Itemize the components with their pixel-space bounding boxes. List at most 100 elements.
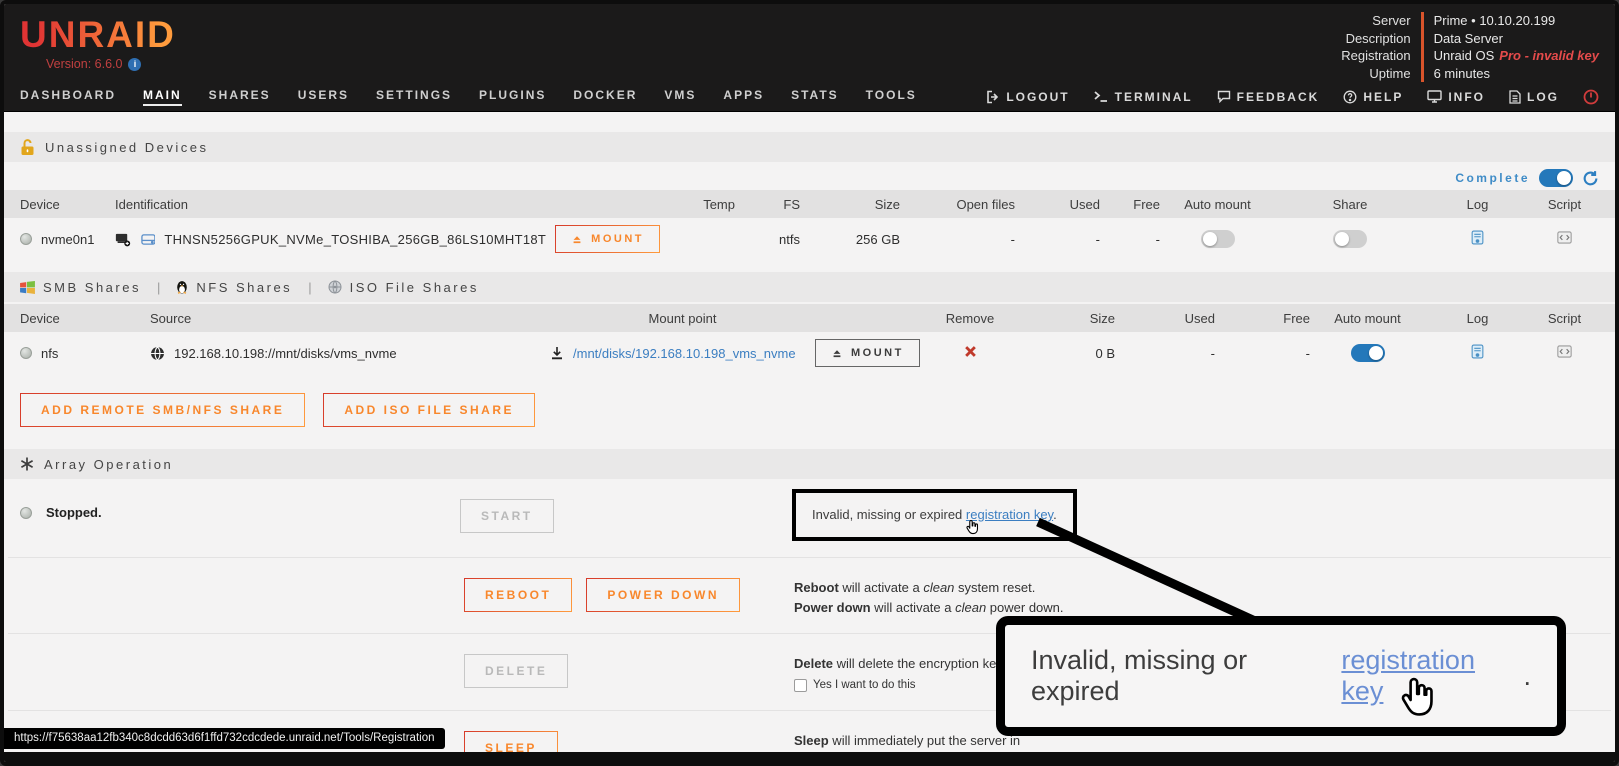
version-label: Version: 6.6.0 [46,57,122,71]
server-info-label: Registration [1341,47,1420,65]
array-status-row: Stopped. START Invalid, missing or expir… [4,479,1615,557]
device-size: 256 GB [800,232,900,247]
tab-vms[interactable]: VMS [664,88,696,106]
registration-warning-callout: Invalid, missing or expired registration… [996,616,1566,736]
tab-plugins[interactable]: PLUGINS [479,88,546,106]
tab-main[interactable]: MAIN [143,88,182,106]
tab-docker[interactable]: DOCKER [573,88,637,106]
complete-label: Complete [1455,171,1530,185]
logout-button[interactable]: LOGOUT [986,90,1069,104]
smb-shares-tab[interactable]: SMB Shares [20,280,141,295]
col-remove: Remove [920,311,1020,326]
share-toggle[interactable] [1333,230,1367,248]
version-info-icon[interactable]: i [128,58,141,71]
col-log: Log [1425,311,1530,326]
col-used: Used [1015,197,1100,212]
share-free: - [1215,346,1310,361]
unassigned-devices-section-header: Unassigned Devices [4,132,1615,162]
server-info-label: Server [1341,12,1420,30]
hand-cursor-icon [964,519,981,536]
info-button[interactable]: INFO [1427,90,1485,104]
auto-mount-toggle[interactable] [1201,230,1235,248]
terminal-button[interactable]: TERMINAL [1094,90,1193,104]
drive-add-icon[interactable] [115,231,132,248]
tab-dashboard[interactable]: DASHBOARD [20,88,116,106]
tab-settings[interactable]: SETTINGS [376,88,452,106]
complete-toggle[interactable] [1539,169,1573,187]
mount-point-icon [550,346,564,360]
reboot-button[interactable]: REBOOT [464,578,572,612]
iso-disc-icon [328,280,342,294]
feedback-button[interactable]: FEEDBACK [1217,90,1320,104]
share-used: - [1115,346,1215,361]
header: UNRAID Version: 6.6.0 i Server Prime • 1… [4,4,1615,82]
unraid-logo: UNRAID [20,16,176,53]
device-log-icon[interactable] [1471,230,1484,245]
device-used: - [1015,232,1100,247]
server-name: Prime • 10.10.20.199 [1434,13,1556,28]
registration-invalid-key: Pro - invalid key [1499,48,1599,63]
tab-users[interactable]: USERS [298,88,349,106]
col-script: Script [1530,311,1599,326]
col-mount-point: Mount point [550,311,815,326]
add-remote-share-button[interactable]: ADD REMOTE SMB/NFS SHARE [20,393,305,427]
col-free: Free [1215,311,1310,326]
log-button[interactable]: LOG [1509,90,1559,104]
tab-shares[interactable]: SHARES [209,88,271,106]
col-used: Used [1115,311,1215,326]
col-source: Source [150,311,550,326]
add-iso-share-button[interactable]: ADD ISO FILE SHARE [323,393,535,427]
tab-tools[interactable]: TOOLS [866,88,917,106]
mount-share-button[interactable]: MOUNT [815,339,920,367]
col-log: Log [1425,197,1530,212]
tab-stats[interactable]: STATS [791,88,839,106]
iso-shares-tab[interactable]: ISO File Shares [328,280,479,295]
device-status-dot [20,233,32,245]
shares-table-header: Device Source Mount point Remove Size Us… [4,304,1615,332]
tab-apps[interactable]: APPS [723,88,764,106]
col-temp: Temp [660,197,735,212]
col-device: Device [20,197,115,212]
remove-x-icon[interactable] [964,345,977,358]
col-size: Size [800,197,900,212]
asterisk-icon [20,457,34,471]
col-size: Size [1020,311,1115,326]
array-status-text: Stopped. [46,505,102,520]
drive-icon [141,233,156,246]
col-identification: Identification [115,197,660,212]
mount-point-link[interactable]: /mnt/disks/192.168.10.198_vms_nvme [573,346,796,361]
unraid-webgui: UNRAID Version: 6.6.0 i Server Prime • 1… [0,0,1619,766]
mount-device-button[interactable]: MOUNT [555,225,660,253]
section-title: Array Operation [44,457,173,472]
bottom-frame [4,752,1615,762]
col-auto-mount: Auto mount [1310,311,1425,326]
power-down-button[interactable]: POWER DOWN [586,578,740,612]
windows-icon [20,281,35,294]
share-log-icon[interactable] [1471,344,1484,359]
col-auto-mount: Auto mount [1160,197,1275,212]
brand: UNRAID Version: 6.6.0 i [20,4,176,82]
nfs-shares-tab[interactable]: NFS Shares [176,280,292,295]
penguin-icon [176,280,188,294]
col-fs: FS [735,197,800,212]
power-alert-icon[interactable] [1583,89,1599,105]
delete-confirm-checkbox[interactable] [794,679,807,692]
server-description: Data Server [1434,31,1503,46]
device-identification[interactable]: THNSN5256GPUK_NVMe_TOSHIBA_256GB_86LS10M… [164,232,546,247]
terminal-icon [1094,90,1109,103]
start-button[interactable]: START [460,499,554,533]
refresh-icon[interactable] [1582,170,1599,187]
col-script: Script [1530,197,1599,212]
feedback-icon [1217,90,1231,103]
share-device-name[interactable]: nfs [41,346,58,361]
share-status-dot [20,347,32,359]
share-script-icon[interactable] [1557,345,1572,358]
device-script-icon[interactable] [1557,231,1572,244]
registration-os: Unraid OS [1434,48,1495,63]
device-name[interactable]: nvme0n1 [41,232,94,247]
file-shares-section-header: SMB Shares | NFS Shares | ISO File Share… [4,272,1615,302]
mount-icon [571,233,583,245]
delete-button[interactable]: DELETE [464,654,568,688]
share-auto-mount-toggle[interactable] [1351,344,1385,362]
help-button[interactable]: HELP [1343,90,1403,104]
